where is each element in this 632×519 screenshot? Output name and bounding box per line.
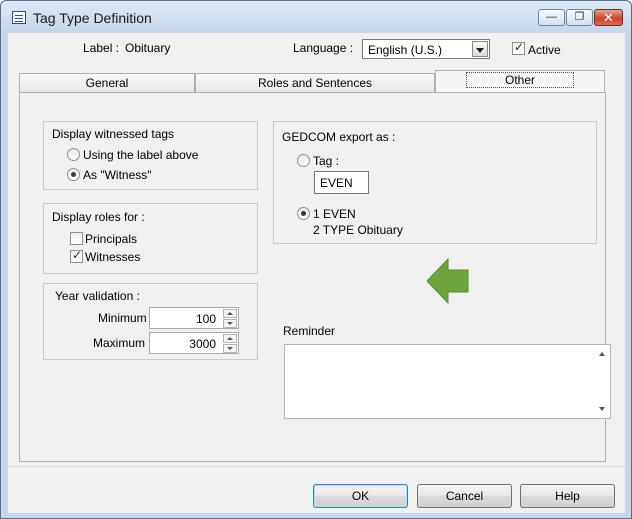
- principals-checkbox[interactable]: [70, 232, 83, 245]
- scroll-down-icon[interactable]: [599, 407, 605, 411]
- minimum-input[interactable]: 100: [149, 307, 239, 329]
- gedcom-tag-label: Tag :: [313, 154, 340, 168]
- minimum-label: Minimum :: [98, 311, 154, 325]
- reminder-scrollbar[interactable]: [595, 345, 610, 418]
- gedcom-tag-input[interactable]: EVEN: [314, 171, 369, 194]
- reminder-label: Reminder: [283, 324, 336, 338]
- gedcom-option-line2: 2 TYPE Obituary: [313, 223, 403, 237]
- gedcom-title: GEDCOM export as :: [282, 130, 396, 144]
- cancel-button[interactable]: Cancel: [417, 484, 512, 508]
- dialog-body: Label : Obituary Language : English (U.S…: [8, 33, 625, 513]
- tab-other-label: Other: [465, 72, 574, 88]
- language-value: English (U.S.): [368, 43, 443, 57]
- help-button[interactable]: Help: [520, 484, 615, 508]
- scroll-up-icon[interactable]: [599, 352, 605, 356]
- table-icon: [12, 11, 26, 24]
- maximize-button[interactable]: ❐: [566, 9, 593, 26]
- minimum-value: 100: [195, 312, 216, 326]
- tab-general[interactable]: General: [19, 73, 195, 93]
- window-title: Tag Type Definition: [33, 10, 152, 26]
- as-witness-text: As "Witness": [83, 168, 152, 182]
- spin-up-icon[interactable]: [223, 309, 237, 318]
- label-caption: Label :: [83, 41, 120, 55]
- spin-up-icon[interactable]: [223, 334, 237, 343]
- active-label: Active: [528, 43, 561, 57]
- witnesses-checkbox[interactable]: [70, 248, 83, 263]
- as-witness-radio[interactable]: [67, 168, 80, 181]
- roles-title: Display roles for :: [52, 210, 145, 224]
- spin-down-icon[interactable]: [223, 319, 237, 328]
- gedcom-option-line1: 1 EVEN: [313, 207, 356, 221]
- label-value: Obituary: [125, 41, 171, 55]
- witnesses-label: Witnesses: [85, 250, 141, 264]
- gedcom-default-radio[interactable]: [297, 207, 310, 220]
- language-select[interactable]: English (U.S.): [362, 39, 490, 59]
- title-bar[interactable]: Tag Type Definition — ❐ ✕: [1, 1, 631, 33]
- active-checkbox[interactable]: [512, 40, 525, 55]
- spin-down-icon[interactable]: [223, 344, 237, 353]
- gedcom-tag-radio[interactable]: [297, 154, 310, 167]
- chevron-down-icon[interactable]: [472, 41, 488, 57]
- gedcom-tag-value: EVEN: [320, 176, 353, 190]
- reminder-textarea[interactable]: [284, 344, 611, 419]
- using-label-text: Using the label above: [83, 148, 199, 162]
- minimize-button[interactable]: —: [538, 9, 565, 26]
- tab-roles-and-sentences[interactable]: Roles and Sentences: [195, 73, 435, 93]
- close-button[interactable]: ✕: [594, 9, 623, 26]
- tab-panel-other: Display witnessed tags Using the label a…: [19, 92, 611, 462]
- using-label-radio[interactable]: [67, 148, 80, 161]
- maximum-input[interactable]: 3000: [149, 332, 239, 354]
- language-caption: Language :: [293, 41, 354, 55]
- principals-label: Principals: [85, 232, 138, 246]
- dialog-window: Tag Type Definition — ❐ ✕ Label : Obitua…: [0, 0, 632, 519]
- tab-other[interactable]: Other: [435, 70, 605, 93]
- witnessed-title: Display witnessed tags: [52, 127, 175, 141]
- maximum-value: 3000: [189, 337, 216, 351]
- maximum-label: Maximum :: [93, 336, 152, 350]
- arrow-left-icon: [427, 258, 469, 304]
- year-validation-title: Year validation :: [55, 289, 140, 303]
- ok-button[interactable]: OK: [313, 484, 408, 508]
- tab-general-label: General: [85, 76, 129, 90]
- button-bar: OK Cancel Help: [8, 466, 625, 513]
- tab-roles-label: Roles and Sentences: [257, 76, 373, 90]
